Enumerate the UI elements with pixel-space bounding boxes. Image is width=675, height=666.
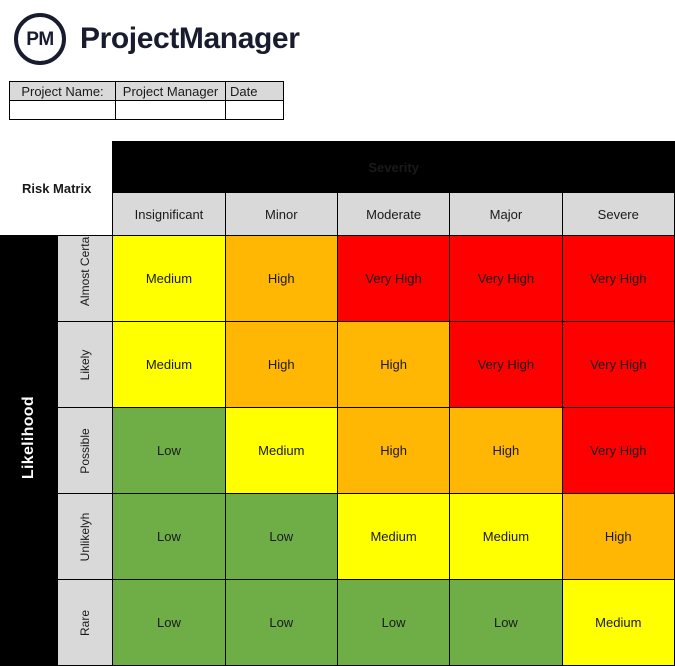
brand-header: PM ProjectManager: [0, 0, 675, 78]
date-header: Date: [225, 81, 284, 101]
matrix-cell[interactable]: Medium: [561, 579, 675, 666]
likelihood-label-text: Unlikelyh: [78, 512, 93, 561]
matrix-row-likely: Likely Medium High High Very High Very H…: [1, 321, 675, 408]
risk-matrix-table: Risk Matrix Severity Insignificant Minor…: [0, 141, 675, 666]
severity-band-row: Risk Matrix Severity: [0, 141, 675, 236]
matrix-cell[interactable]: Very High: [336, 235, 451, 322]
likelihood-label-text: Almost Certain: [78, 235, 93, 306]
severity-header-insignificant: Insignificant: [112, 192, 226, 236]
date-field[interactable]: [225, 100, 284, 120]
likelihood-header-possible: Possible: [57, 407, 114, 494]
project-info-value-row: [9, 100, 284, 120]
severity-header-major: Major: [449, 192, 563, 236]
risk-matrix-corner-label: Risk Matrix: [0, 141, 114, 236]
project-manager-field[interactable]: [115, 100, 226, 120]
matrix-row-rare: Rare Low Low Low Low Medium: [1, 579, 675, 666]
likelihood-axis-label-cell: Likelihood: [0, 235, 59, 666]
severity-header-minor: Minor: [224, 192, 338, 236]
severity-header-moderate: Moderate: [336, 192, 451, 236]
likelihood-label-text: Rare: [78, 609, 93, 636]
matrix-cell[interactable]: Low: [112, 493, 226, 580]
matrix-cell[interactable]: Very High: [561, 235, 675, 322]
matrix-cell[interactable]: Very High: [449, 235, 563, 322]
likelihood-label-text: Likely: [78, 349, 93, 380]
matrix-cell[interactable]: Low: [112, 407, 226, 494]
matrix-cell[interactable]: Low: [224, 579, 338, 666]
matrix-cell[interactable]: Low: [224, 493, 338, 580]
severity-axis-label: Severity: [112, 141, 675, 193]
likelihood-header-likely: Likely: [57, 321, 114, 408]
matrix-cell[interactable]: Medium: [112, 235, 226, 322]
matrix-cell[interactable]: High: [449, 407, 563, 494]
severity-header-severe: Severe: [561, 192, 675, 236]
matrix-cell[interactable]: Medium: [336, 493, 451, 580]
brand-title: ProjectManager: [80, 22, 300, 55]
matrix-cell[interactable]: Very High: [561, 321, 675, 408]
likelihood-header-unlikely: Unlikelyh: [57, 493, 114, 580]
matrix-cell[interactable]: Low: [449, 579, 563, 666]
projectmanager-logo-icon: PM: [14, 13, 66, 65]
logo-monogram: PM: [26, 28, 54, 50]
matrix-row-possible: Possible Low Medium High High Very High: [1, 407, 675, 494]
likelihood-label-text: Possible: [78, 427, 93, 474]
matrix-cell[interactable]: High: [224, 321, 338, 408]
matrix-row-almost-certain: Likelihood Almost Certain Medium High Ve…: [0, 235, 675, 666]
project-name-header: Project Name:: [9, 81, 116, 101]
matrix-cell[interactable]: Very High: [561, 407, 675, 494]
matrix-cell[interactable]: High: [224, 235, 338, 322]
matrix-cell[interactable]: Medium: [224, 407, 338, 494]
matrix-cell[interactable]: High: [336, 407, 451, 494]
likelihood-header-rare: Rare: [57, 579, 114, 666]
project-info-table: Project Name: Project Manager Date: [9, 81, 284, 120]
matrix-row-unlikely: Unlikelyh Low Low Medium Medium High: [1, 493, 675, 580]
project-manager-header: Project Manager: [115, 81, 226, 101]
matrix-cell[interactable]: High: [336, 321, 451, 408]
likelihood-axis-label: Likelihood: [20, 395, 38, 479]
matrix-cell[interactable]: Low: [336, 579, 451, 666]
matrix-cell[interactable]: Medium: [112, 321, 226, 408]
project-name-field[interactable]: [9, 100, 116, 120]
project-info-header-row: Project Name: Project Manager Date: [9, 81, 284, 101]
matrix-cell[interactable]: Very High: [449, 321, 563, 408]
matrix-cell[interactable]: High: [561, 493, 675, 580]
matrix-cell[interactable]: Low: [112, 579, 226, 666]
matrix-cell[interactable]: Medium: [449, 493, 563, 580]
likelihood-header-almost-certain: Almost Certain: [57, 235, 114, 322]
